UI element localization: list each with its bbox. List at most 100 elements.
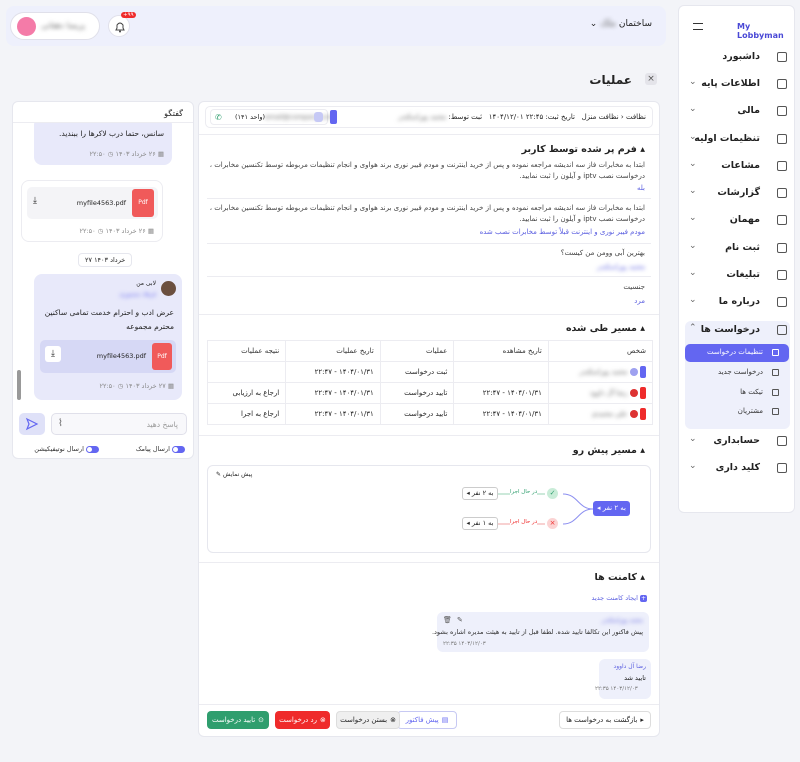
toggle-label: ارسال نوتیفیکیشن [34, 445, 84, 453]
button-label: بستن درخواست [340, 716, 388, 724]
sidebar-item-about[interactable]: درباره ما ⌄ [679, 292, 796, 312]
sidebar-item-dashboard[interactable]: داشبورد [679, 47, 796, 67]
person-cell: محمد پوراسکندر [547, 361, 654, 383]
sidebar-subitem-label: تیکت ها [740, 388, 763, 396]
chat-messages[interactable]: سانس، حتما درب لاکرها را ببندید. ▦ ۲۶ خر… [13, 123, 193, 401]
unit-contact[interactable]: ✆ (واحد ۱۴۱) email@company.com [210, 109, 337, 125]
close-circle-icon: ⊗ [390, 716, 396, 724]
chevron-down-icon: ⌄ [689, 104, 697, 114]
chevron-right-icon: ▸ [640, 716, 644, 724]
sidebar-item-accounting[interactable]: حسابداری ⌄ [679, 431, 796, 451]
comment-text: تایید شد [624, 674, 646, 682]
message-meta: ▦ ۲۶ خرداد ۱۴۰۳ ◷ ۲۲:۵۰ [89, 150, 164, 158]
reject-button[interactable]: ⊗ رد درخواست [275, 711, 330, 729]
sidebar-item-finance[interactable]: مالی ⌄ [679, 101, 796, 121]
notification-button[interactable]: +۹۹ [108, 12, 136, 37]
operation-result: ارجاع به ارزیابی [206, 382, 287, 404]
invoice-icon: ▤ [441, 716, 449, 724]
sms-toggle[interactable]: ارسال پیامک [136, 445, 185, 453]
sidebar-item-label: گزارشات [717, 187, 760, 198]
chevron-up-icon: ⌃ [689, 323, 697, 333]
new-comment-button[interactable]: + ایجاد کامنت جدید [592, 594, 647, 602]
table-row: محمد پوراسکندر ثبت درخواست ۱۴۰۴/۰۱/۳۱ - … [206, 361, 654, 383]
sidebar-item-common-areas[interactable]: مشاعات ⌄ [679, 156, 796, 176]
divider [207, 276, 651, 277]
sidebar-item-requests[interactable]: درخواست ها ⌃ [679, 320, 796, 340]
form-question: بهترین آبی وومن من کیست؟ [560, 249, 645, 257]
menu-toggle-icon[interactable] [693, 23, 703, 30]
trash-icon[interactable]: 🗑 [443, 616, 452, 624]
operation-date: ۱۴۰۴/۰۱/۳۱ - ۲۲:۴۷ [285, 361, 381, 383]
avatar [629, 410, 638, 418]
sidebar-item-label: تبلیغات [726, 269, 760, 280]
edit-icon[interactable]: ✎ [457, 616, 463, 624]
file-attachment[interactable]: Pdf myfile4563.pdf ⤓ [27, 187, 158, 219]
close-request-button[interactable]: ⊗ بستن درخواست [336, 711, 400, 729]
approve-button[interactable]: ⊙ تایید درخواست [207, 711, 269, 729]
new-comment-label: ایجاد کامنت جدید [591, 594, 638, 602]
seen-date: ۱۴۰۴/۰۱/۳۱ - ۲۲:۴۷ [453, 382, 549, 404]
person-cell: علی محمدی [547, 403, 654, 425]
clock-icon: ◷ [107, 150, 114, 158]
sidebar-subitem-tickets[interactable]: تیکت ها [685, 384, 789, 402]
sidebar-item-ads[interactable]: تبلیغات ⌄ [679, 265, 796, 285]
ahead-section-title[interactable]: ▴ مسیر پیش رو [573, 445, 645, 456]
toggle-switch [86, 445, 99, 453]
ticket-icon [772, 389, 779, 396]
chevron-down-icon: ⌄ [689, 159, 697, 169]
chevron-down-icon: ⌄ [689, 77, 697, 87]
pdf-icon: Pdf [152, 343, 172, 370]
file-name: myfile4563.pdf [96, 352, 146, 360]
path-section-title[interactable]: ▴ مسیر طی شده [566, 323, 645, 334]
close-icon[interactable]: × [645, 73, 657, 85]
person-cell: رضا آل داوود [547, 382, 654, 404]
sidebar-item-guest[interactable]: مهمان ⌄ [679, 210, 796, 230]
sidebar-item-initial-settings[interactable]: تنظیمات اولیه ⌄ [679, 129, 796, 149]
user-menu[interactable]: پریسا دهقانی [10, 12, 100, 40]
bell-icon [115, 22, 125, 33]
column-header: عملیات [379, 340, 455, 362]
flow-node[interactable]: به ۲ نفر ◂ [462, 487, 498, 500]
sidebar-item-keys[interactable]: کلید داری ⌄ [679, 458, 796, 478]
megaphone-icon [777, 270, 787, 280]
chat-input[interactable]: پاسخ دهید ⌇ [51, 413, 187, 435]
download-icon[interactable]: ⤓ [45, 346, 61, 362]
dashboard-icon [777, 52, 787, 62]
download-icon[interactable]: ⤓ [33, 196, 37, 206]
sidebar: My Lobbyman داشبورد اطلاعات پایه ⌄ مالی ⌄ … [678, 5, 795, 513]
scrollbar[interactable] [17, 370, 21, 400]
button-label: تایید درخواست [211, 716, 256, 724]
chevron-down-icon: ⌄ [689, 461, 697, 471]
person-name: محمد پوراسکندر [579, 368, 628, 376]
send-icon [25, 417, 39, 431]
sidebar-subitem-new-request[interactable]: درخواست جدید [685, 364, 789, 382]
invoice-button[interactable]: ▤ پیش فاکتور [397, 711, 457, 729]
sidebar-item-register[interactable]: ثبت نام ⌄ [679, 238, 796, 258]
column-header: تاریخ مشاهده [453, 340, 549, 362]
sidebar-subitem-request-settings[interactable]: تنظیمات درخواست [685, 344, 789, 362]
request-meta: نظافت ‹ نظافت منزل تاریخ ثبت: ۲۲:۴۵ ۱۴۰۴… [398, 113, 646, 121]
input-placeholder: پاسخ دهید [146, 420, 178, 429]
form-section-title[interactable]: ▴ فرم پر شده توسط کاربر [522, 144, 645, 155]
request-icon [777, 325, 787, 335]
back-to-requests-button[interactable]: ▸ بازگشت به درخواست ها [559, 711, 651, 729]
flow-root-node[interactable]: به ۲ نفر ◂ [593, 501, 630, 516]
operation-date: ۱۴۰۴/۰۱/۳۱ - ۲۲:۴۷ [285, 403, 381, 425]
operation: ثبت درخواست [379, 361, 455, 383]
pdf-icon: Pdf [132, 189, 154, 217]
send-button[interactable] [19, 413, 45, 435]
sidebar-item-reports[interactable]: گزارشات ⌄ [679, 183, 796, 203]
sidebar-item-label: مالی [737, 105, 760, 116]
operation-result [206, 361, 287, 383]
sender-subtitle: فرهاد منصوری [119, 291, 156, 298]
file-attachment[interactable]: Pdf myfile4563.pdf ⤓ [40, 340, 176, 373]
sidebar-subitem-customers[interactable]: مشتریان [685, 403, 789, 421]
avatar [17, 17, 36, 36]
comments-section-title[interactable]: ▴ کامنت ها [595, 572, 645, 583]
building-selector[interactable]: ساختمان ملک ⌄ [590, 19, 652, 29]
notification-toggle[interactable]: ارسال نوتیفیکیشن [34, 445, 99, 453]
sidebar-item-base-info[interactable]: اطلاعات پایه ⌄ [679, 74, 796, 94]
paperclip-icon[interactable]: ⌇ [58, 418, 63, 429]
flow-node[interactable]: به ۱ نفر ◂ [462, 517, 498, 530]
divider [199, 134, 659, 135]
